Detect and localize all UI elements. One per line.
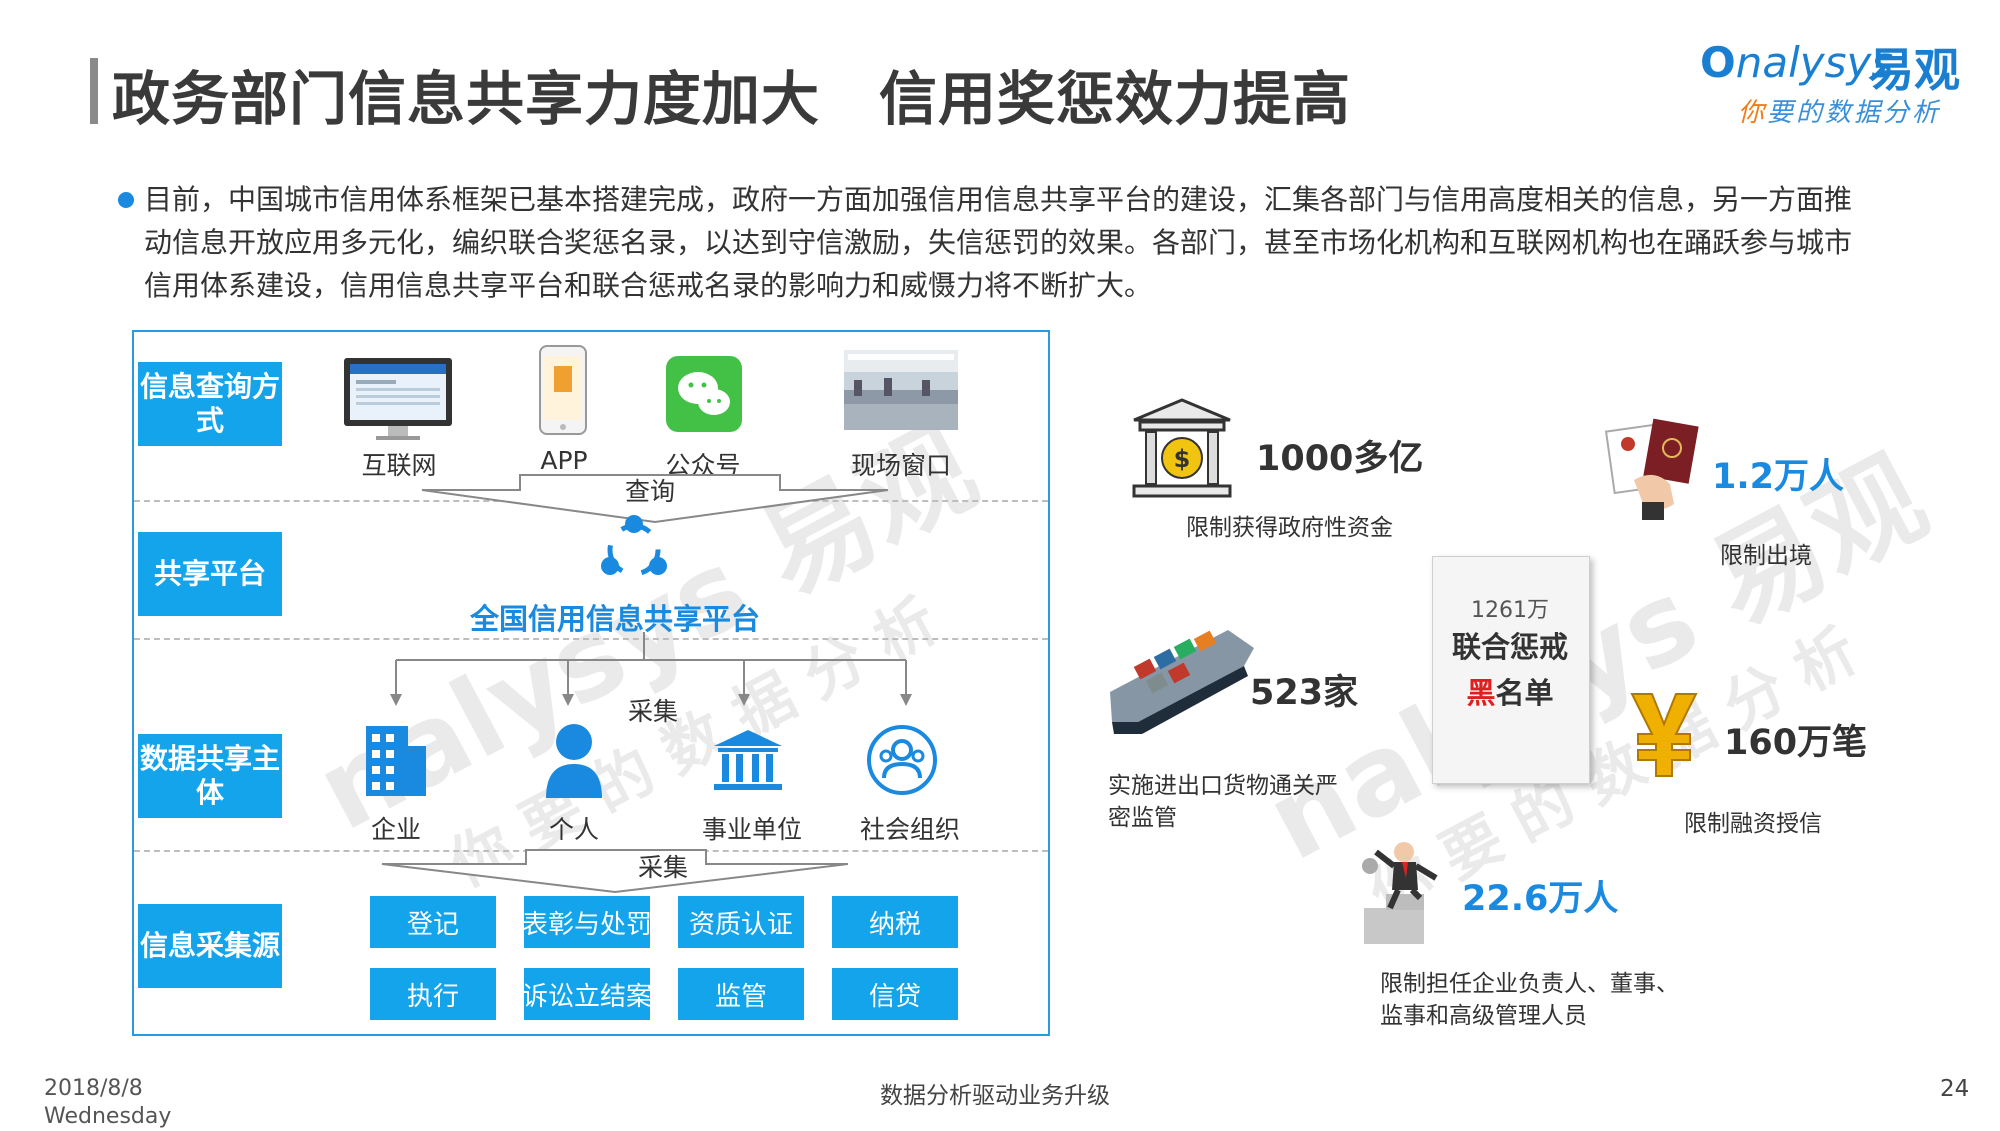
blacklist-count: 1261万 (1471, 598, 1549, 623)
section-label-platform: 共享平台 (138, 532, 282, 616)
blacklist-title: 联合惩戒 (1451, 630, 1568, 664)
collect-arrow (381, 849, 849, 894)
page-title: 政务部门信息共享力度加大 信用奖惩效力提高 (112, 65, 1352, 133)
section-label-query: 信息查询方式 (138, 362, 282, 446)
blacklist-subtitle: 黑名单 (1466, 676, 1554, 710)
passport-icon (1604, 418, 1699, 520)
wechat-icon (666, 356, 742, 432)
svg-text:$: $ (1174, 445, 1191, 473)
businessman-icon (1362, 842, 1438, 944)
yen-icon (1630, 693, 1698, 777)
page-number: 24 (1940, 1076, 1970, 1102)
source-box: 信贷 (832, 968, 958, 1020)
stat-caption: 限制担任企业负责人、董事、监事和高级管理人员 (1380, 971, 1679, 1029)
share-icon (601, 515, 667, 577)
query-arrow-label: 查询 (624, 477, 675, 506)
title-accent-bar (90, 58, 98, 124)
section-label-entities: 数据共享主体 (138, 734, 282, 818)
logo-slogan: 你要的数据分析 (1738, 98, 1942, 128)
logo-chinese: 易观 (1868, 43, 1960, 97)
stat-caption: 限制出境 (1720, 543, 1812, 569)
entity-label: 企业 (370, 815, 421, 844)
institution-icon (714, 730, 782, 790)
stat-value: 1.2万人 (1712, 457, 1845, 497)
entity-label: 事业单位 (701, 815, 802, 844)
service-window-photo (844, 350, 958, 430)
source-box: 登记 (370, 896, 496, 948)
section-label-sources: 信息采集源 (138, 904, 282, 988)
collect-label: 采集 (637, 853, 688, 882)
stat-value: 22.6万人 (1462, 879, 1619, 919)
footer-date: 2018/8/8 Wednesday (44, 1076, 172, 1129)
entity-label: 社会组织 (859, 815, 960, 844)
stat-value: 523家 (1250, 673, 1359, 713)
bank-money-icon: $ (1132, 398, 1232, 498)
source-box: 监管 (678, 968, 804, 1020)
stat-value: 1000多亿 (1256, 439, 1424, 479)
footer-tagline: 数据分析驱动业务升级 (880, 1083, 1110, 1109)
source-box: 执行 (370, 968, 496, 1020)
entity-label: 个人 (548, 815, 599, 844)
building-icon (366, 726, 426, 796)
stat-caption: 限制获得政府性资金 (1186, 515, 1393, 541)
collect-label: 采集 (627, 697, 678, 726)
stat-caption: 实施进出口货物通关严密监管 (1108, 773, 1338, 831)
bullet-dot (118, 192, 134, 208)
organization-icon (867, 725, 937, 795)
source-box: 表彰与处罚 (522, 896, 652, 948)
source-box: 诉讼立结案 (522, 968, 652, 1020)
monitor-icon (344, 358, 452, 440)
source-box: 纳税 (832, 896, 958, 948)
logo-wordmark: Onalysys (1700, 38, 1894, 87)
cargo-ship-icon (1110, 630, 1254, 734)
intro-paragraph: 目前，中国城市信用体系框架已基本搭建完成，政府一方面加强信用信息共享平台的建设，… (144, 183, 1853, 302)
phone-icon (539, 345, 587, 435)
stat-value: 160万笔 (1724, 723, 1868, 763)
source-box: 资质认证 (678, 896, 804, 948)
stat-caption: 限制融资授信 (1684, 811, 1822, 837)
person-icon (546, 724, 602, 798)
